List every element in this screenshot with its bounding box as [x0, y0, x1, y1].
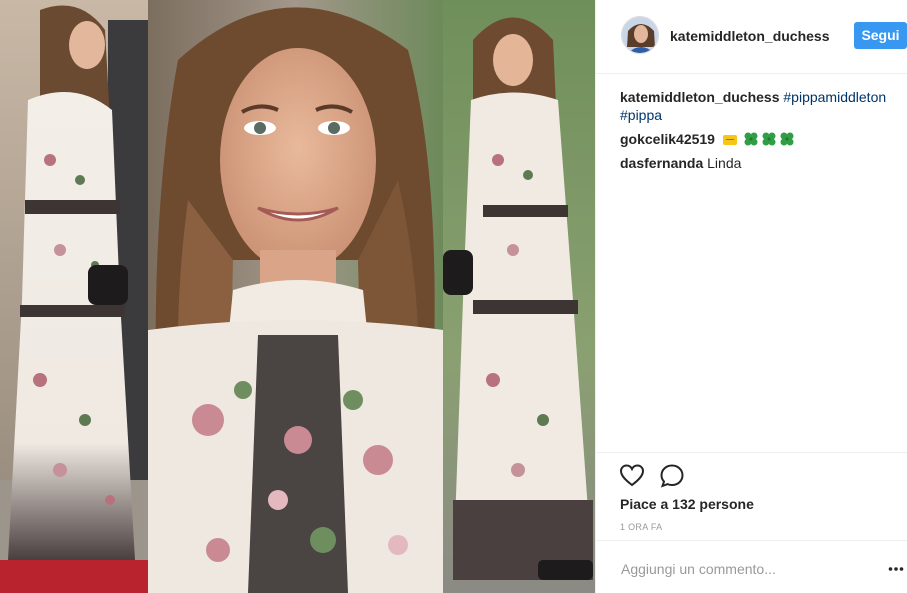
header-username[interactable]: katemiddleton_duchess — [670, 28, 830, 44]
four-leaf-clover-icon — [744, 132, 758, 146]
post-timestamp: 1 ORA FA — [620, 522, 663, 532]
comment-item: katemiddleton_duchess #pippamiddleton #p… — [620, 88, 900, 124]
post-actions: Piace a 132 persone 1 ORA FA — [596, 452, 907, 532]
comments-list: katemiddleton_duchess #pippamiddleton #p… — [620, 88, 900, 178]
avatar[interactable] — [621, 16, 659, 54]
more-options-icon[interactable] — [888, 566, 904, 572]
ticket-emoji-icon — [722, 135, 737, 145]
comment-item: gokcelik42519 — [620, 130, 900, 148]
post-sidebar: katemiddleton_duchess Segui katemiddleto… — [595, 0, 907, 593]
hashtag-link[interactable]: #pippamiddleton — [783, 89, 886, 105]
comment-item: dasfernanda Linda — [620, 154, 900, 172]
four-leaf-clover-icon — [780, 132, 794, 146]
heart-icon[interactable] — [619, 463, 645, 489]
hashtag-link[interactable]: #pippa — [620, 107, 662, 123]
comment-text: Linda — [707, 155, 742, 171]
likes-count[interactable]: Piace a 132 persone — [620, 496, 754, 512]
photo-panel-left — [0, 0, 148, 593]
comment-username[interactable]: dasfernanda — [620, 155, 703, 171]
comment-input[interactable] — [619, 558, 863, 580]
four-leaf-clover-icon — [762, 132, 776, 146]
comment-username[interactable]: gokcelik42519 — [620, 131, 715, 147]
comment-icon[interactable] — [659, 463, 685, 489]
photo-panel-center — [148, 0, 443, 593]
photo-panel-right — [443, 0, 595, 593]
follow-button[interactable]: Segui — [854, 22, 907, 49]
add-comment-bar — [596, 540, 907, 593]
post-image[interactable] — [0, 0, 595, 593]
comment-username[interactable]: katemiddleton_duchess — [620, 89, 780, 105]
post-header: katemiddleton_duchess Segui — [596, 0, 907, 74]
